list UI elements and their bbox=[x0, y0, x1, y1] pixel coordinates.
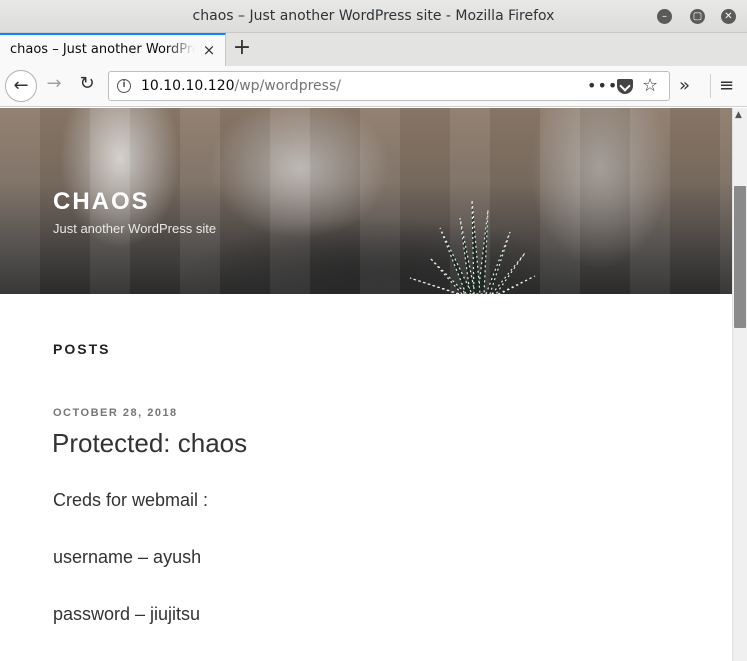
forward-button[interactable]: → bbox=[44, 74, 64, 94]
new-tab-button[interactable]: + bbox=[231, 37, 253, 59]
navigation-toolbar: ← → ↻ i 10.10.10.120/wp/wordpress/ ••• ☆… bbox=[0, 66, 747, 107]
url-bar[interactable]: i 10.10.10.120/wp/wordpress/ ••• ☆ bbox=[108, 71, 670, 101]
maximize-icon[interactable]: ▢ bbox=[690, 9, 705, 24]
post-title[interactable]: Protected: chaos bbox=[52, 428, 247, 459]
post-paragraph: password – jiujitsu bbox=[53, 604, 201, 624]
site-title[interactable]: CHAOS bbox=[53, 188, 150, 216]
tab-title: chaos – Just another WordPress site bbox=[10, 42, 195, 57]
reload-button[interactable]: ↻ bbox=[77, 74, 97, 94]
tab-close-icon[interactable]: × bbox=[201, 42, 217, 58]
toolbar-separator bbox=[710, 74, 711, 98]
page-actions-icon[interactable]: ••• bbox=[587, 76, 618, 95]
site-info-icon[interactable]: i bbox=[117, 79, 131, 93]
bookmark-star-icon[interactable]: ☆ bbox=[642, 75, 658, 96]
posts-heading: POSTS bbox=[53, 341, 111, 357]
vertical-scrollbar[interactable]: ▲ bbox=[732, 108, 747, 661]
overflow-menu-icon[interactable]: » bbox=[679, 75, 690, 96]
close-icon[interactable]: ✕ bbox=[721, 9, 736, 24]
pocket-icon[interactable] bbox=[617, 79, 633, 94]
url-text[interactable]: 10.10.10.120/wp/wordpress/ bbox=[141, 78, 341, 94]
plant-image bbox=[409, 199, 536, 294]
minimize-icon[interactable]: – bbox=[657, 9, 672, 24]
post-paragraph: username – ayush bbox=[53, 547, 202, 567]
hamburger-menu-icon[interactable]: ≡ bbox=[719, 75, 734, 96]
tab-strip: chaos – Just another WordPress site × + bbox=[0, 33, 747, 66]
url-path: /wp/wordpress/ bbox=[234, 78, 341, 94]
site-header: CHAOS Just another WordPress site bbox=[0, 108, 732, 294]
window-titlebar: chaos – Just another WordPress site - Mo… bbox=[0, 0, 747, 33]
post-paragraph: Creds for webmail : bbox=[53, 490, 209, 510]
page-viewport: CHAOS Just another WordPress site POSTS … bbox=[0, 108, 732, 661]
site-description: Just another WordPress site bbox=[53, 221, 217, 236]
scroll-up-icon[interactable]: ▲ bbox=[735, 110, 742, 120]
window-title: chaos – Just another WordPress site - Mo… bbox=[192, 8, 555, 24]
scrollbar-thumb[interactable] bbox=[734, 186, 746, 328]
tab-active[interactable]: chaos – Just another WordPress site × bbox=[0, 33, 226, 66]
post-date[interactable]: OCTOBER 28, 2018 bbox=[53, 407, 178, 419]
url-host: 10.10.10.120 bbox=[141, 78, 235, 94]
back-button[interactable]: ← bbox=[5, 70, 37, 102]
